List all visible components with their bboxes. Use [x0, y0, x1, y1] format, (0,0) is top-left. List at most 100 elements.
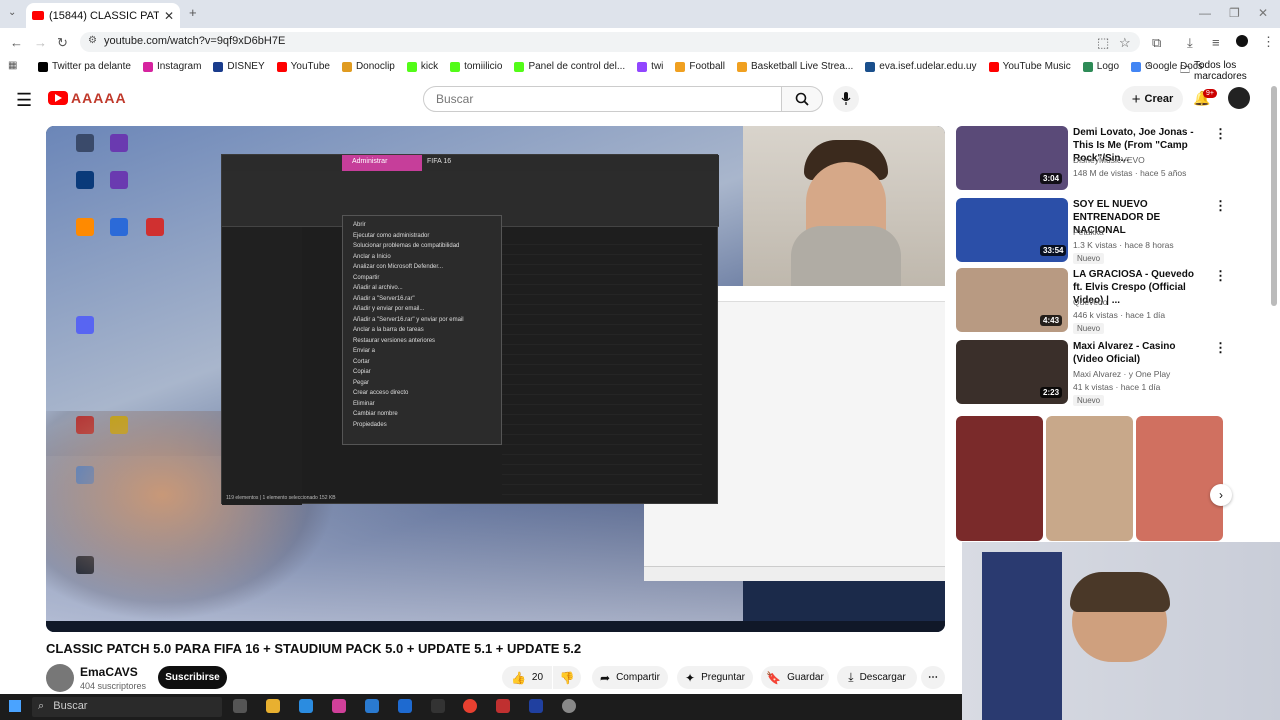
bookmark-item[interactable]: Logo — [1082, 61, 1119, 72]
forward-icon[interactable]: → — [34, 35, 47, 50]
more-options-icon[interactable]: ⋮ — [1214, 340, 1227, 356]
maximize-icon[interactable]: ❐ — [1229, 6, 1240, 20]
search-input[interactable]: Buscar — [423, 86, 782, 112]
chrome-taskbar-icon[interactable] — [463, 699, 477, 713]
share-icon: ➦ — [600, 670, 611, 685]
tab-list-icon[interactable]: ⌄ — [8, 7, 16, 18]
ea-taskbar-icon[interactable] — [529, 699, 543, 713]
voice-search-button[interactable] — [833, 86, 859, 112]
video-duration: 3:04 — [1040, 173, 1063, 184]
recommended-video[interactable]: 3:04 Demi Lovato, Joe Jonas - This Is Me … — [956, 126, 1236, 190]
download-icon[interactable]: ⤓ — [1187, 35, 1193, 51]
outlook-taskbar-icon[interactable] — [398, 699, 412, 713]
app-taskbar-icon[interactable] — [496, 699, 510, 713]
taskbar-search[interactable]: ⌕ Buscar — [32, 697, 222, 717]
minimize-icon[interactable]: — — [1199, 6, 1211, 20]
install-app-icon[interactable]: ⬚ — [1097, 35, 1109, 51]
video-channel[interactable]: DisneyMusicVEVO — [1073, 154, 1208, 167]
copilot-taskbar-icon[interactable] — [332, 699, 346, 713]
new-badge: Nuevo — [1073, 253, 1105, 264]
page-scrollbar[interactable] — [1271, 86, 1277, 306]
edge-taskbar-icon[interactable] — [299, 699, 313, 713]
bookmark-item[interactable]: Donoclip — [341, 61, 395, 72]
site-info-icon[interactable]: ⚙ — [88, 35, 97, 46]
cpuz-desktop-icon-2 — [110, 171, 128, 189]
more-options-icon[interactable]: ⋮ — [1214, 126, 1227, 142]
create-button[interactable]: + Crear — [1122, 86, 1183, 112]
recommended-video[interactable]: 33:54 SOY EL NUEVO ENTRENADOR DE NACIONAL… — [956, 198, 1236, 264]
bookmark-item[interactable]: Twitter pa delante — [38, 61, 131, 72]
extensions-icon[interactable]: ⧉ — [1152, 35, 1161, 51]
bookmark-item[interactable]: Instagram — [142, 61, 201, 72]
bookmark-star-icon[interactable]: ☆ — [1119, 35, 1131, 51]
windows-start-icon[interactable] — [9, 700, 21, 712]
bookmark-item[interactable]: YouTube Music — [988, 61, 1071, 72]
dislike-button[interactable]: 👎 — [553, 666, 581, 689]
video-channel[interactable]: Petakka — [1073, 226, 1208, 239]
more-options-icon[interactable]: ⋮ — [1214, 268, 1227, 284]
shorts-next-button[interactable]: › — [1210, 484, 1232, 506]
account-avatar[interactable] — [1228, 87, 1250, 109]
share-button[interactable]: ➦ Compartir — [592, 666, 668, 689]
task-view-icon[interactable] — [233, 699, 247, 713]
sparkle-icon: ✦ — [685, 670, 696, 685]
photoshop-desktop-icon — [76, 171, 94, 189]
new-tab-icon[interactable]: + — [189, 5, 197, 20]
bookmark-item[interactable]: DISNEY — [213, 61, 265, 72]
ask-button[interactable]: ✦ Preguntar — [677, 666, 753, 689]
recommended-video[interactable]: 4:43 LA GRACIOSA - Quevedo ft. Elvis Cres… — [956, 268, 1236, 334]
logo-text: AAAAA — [71, 90, 127, 106]
bookmark-item[interactable]: tomiilicio — [450, 61, 502, 72]
bookmark-item[interactable]: eva.isef.udelar.edu.uy — [865, 61, 977, 72]
bookmark-item[interactable]: Football — [675, 61, 725, 72]
bookmark-item[interactable]: kick — [406, 61, 438, 72]
apps-grid-icon[interactable]: ▦ — [8, 60, 17, 71]
bookmark-favicon-icon — [988, 61, 999, 72]
subscribe-button[interactable]: Suscribirse — [158, 666, 227, 689]
bookmark-item[interactable]: twi — [637, 61, 663, 72]
video-title[interactable]: Maxi Alvarez - Casino (Video Oficial) — [1073, 340, 1205, 366]
recommended-video[interactable]: 2:23 Maxi Alvarez - Casino (Video Oficial… — [956, 340, 1236, 406]
profile-avatar[interactable] — [1236, 35, 1248, 47]
media-icon[interactable]: ≡ — [1212, 35, 1220, 50]
context-menu-item: Añadir a "Server16.rar" y enviar por ema… — [353, 316, 464, 323]
youtube-logo[interactable]: AAAAA — [48, 90, 127, 106]
obs-taskbar-icon[interactable] — [562, 699, 576, 713]
short-thumbnail[interactable] — [956, 416, 1043, 541]
short-thumbnail[interactable] — [1136, 416, 1223, 541]
bookmark-favicon-icon — [276, 61, 287, 72]
bookmark-favicon-icon — [450, 61, 461, 72]
back-icon[interactable]: ← — [10, 35, 23, 50]
bookmark-item[interactable]: Basketball Live Strea... — [736, 61, 853, 72]
more-bookmarks-icon[interactable]: » — [1147, 59, 1153, 70]
store-taskbar-icon[interactable] — [365, 699, 379, 713]
file-explorer-taskbar-icon[interactable] — [266, 699, 280, 713]
epic-taskbar-icon[interactable] — [431, 699, 445, 713]
hamburger-menu-icon[interactable]: ☰ — [16, 90, 32, 111]
webcam-shirt — [791, 226, 901, 286]
save-button[interactable]: 🔖 Guardar — [761, 666, 829, 689]
more-actions-button[interactable]: ⋯ — [921, 666, 945, 689]
explorer-folder-name: FIFA 16 — [427, 158, 452, 165]
search-button[interactable] — [781, 86, 823, 112]
close-tab-icon[interactable]: ✕ — [164, 9, 174, 23]
video-player[interactable]: Administrar FIFA 16 119 elementos | 1 el… — [46, 126, 945, 632]
browser-menu-icon[interactable]: ⋮ — [1262, 34, 1275, 50]
close-window-icon[interactable]: ✕ — [1258, 6, 1268, 20]
url-input[interactable]: youtube.com/watch?v=9qf9xD6bH7E — [80, 32, 1140, 52]
browser-tab[interactable]: (15844) CLASSIC PATCH 5.0 PA ✕ — [26, 3, 180, 28]
bookmark-label: twi — [651, 61, 664, 72]
channel-avatar[interactable] — [46, 664, 74, 692]
video-channel[interactable]: Quevedo — [1073, 296, 1208, 309]
reload-icon[interactable]: ↻ — [57, 35, 68, 51]
channel-name[interactable]: EmaCAVS — [80, 665, 138, 679]
bookmark-item[interactable]: YouTube — [276, 61, 330, 72]
like-button[interactable]: 👍 20 — [502, 666, 552, 689]
video-channel[interactable]: Maxi Alvarez · y One Play — [1073, 368, 1208, 381]
all-bookmarks[interactable]: 🗀 Todos los marcadores — [1180, 60, 1280, 82]
bookmark-item[interactable]: Panel de control del... — [514, 61, 625, 72]
bookmark-favicon-icon — [38, 61, 48, 72]
short-thumbnail[interactable] — [1046, 416, 1133, 541]
more-options-icon[interactable]: ⋮ — [1214, 198, 1227, 214]
download-button[interactable]: ⤓ Descargar — [837, 666, 917, 689]
